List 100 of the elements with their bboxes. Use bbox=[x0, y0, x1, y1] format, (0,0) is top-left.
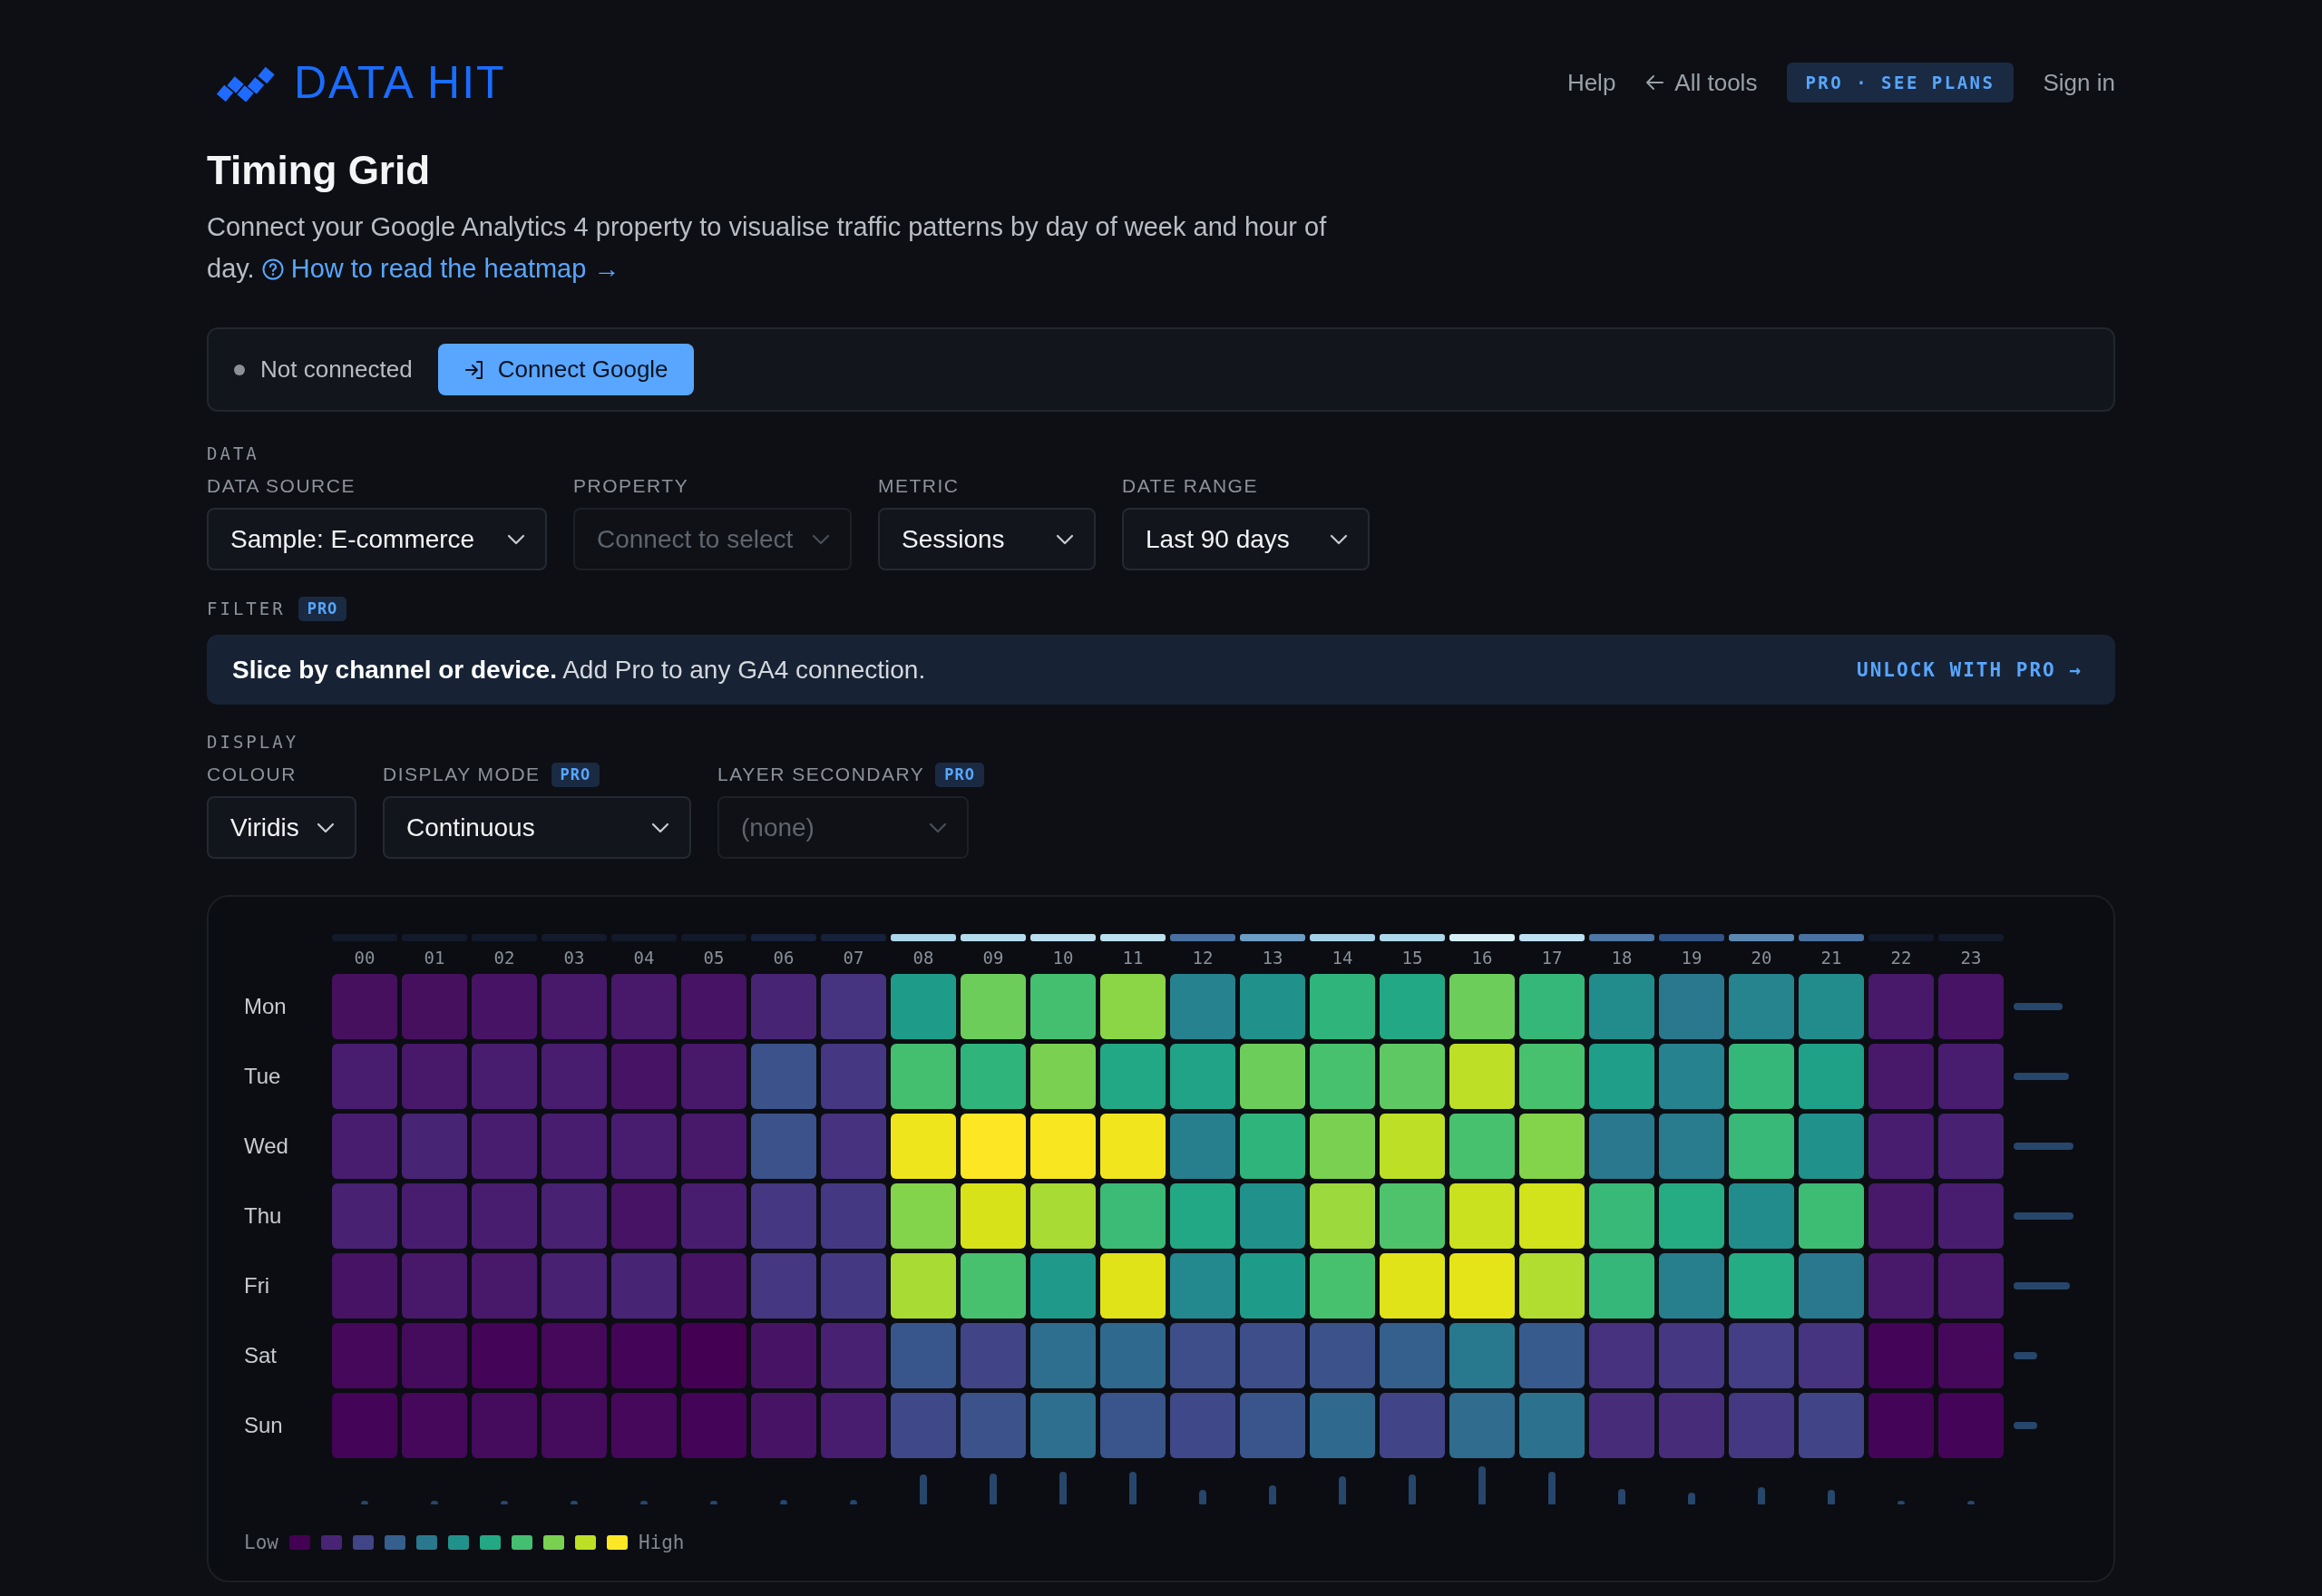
hour-label: 00 bbox=[353, 947, 376, 969]
hour-total-bar bbox=[1129, 1472, 1137, 1504]
field-label: DISPLAY MODE bbox=[383, 764, 541, 785]
hour-intensity-bar bbox=[472, 934, 537, 941]
hour-label: 05 bbox=[702, 947, 726, 969]
hour-intensity-bar bbox=[1659, 934, 1724, 941]
hour-intensity-bar bbox=[1729, 934, 1794, 941]
hour-intensity-bar bbox=[891, 934, 956, 941]
hour-total-bar bbox=[1758, 1487, 1765, 1504]
hour-intensity-bar bbox=[1449, 934, 1515, 941]
hour-intensity-bar bbox=[1170, 934, 1235, 941]
hour-label: 19 bbox=[1680, 947, 1703, 969]
day-label: Sat bbox=[244, 1343, 278, 1368]
hour-total-bar bbox=[1409, 1474, 1416, 1504]
swatch-icon bbox=[320, 1535, 342, 1550]
swatch-icon bbox=[479, 1535, 501, 1550]
field-label: DATE RANGE bbox=[1122, 475, 1258, 497]
logo-text: DATA HIT bbox=[294, 56, 506, 109]
chevron-down-icon bbox=[1330, 533, 1348, 545]
day-total-bar bbox=[2014, 1003, 2063, 1010]
hour-label: 17 bbox=[1540, 947, 1564, 969]
hour-total-bar bbox=[361, 1501, 368, 1504]
hour-intensity-bar bbox=[751, 934, 816, 941]
chevron-down-icon bbox=[317, 822, 335, 833]
nav-link[interactable]: Help bbox=[1566, 68, 1616, 97]
day-total-bar bbox=[2014, 1212, 2073, 1220]
hour-label: 08 bbox=[912, 947, 935, 969]
dropdown: (none) bbox=[717, 796, 969, 859]
hour-intensity-bar bbox=[1938, 934, 2004, 941]
field-label: COLOUR bbox=[207, 764, 297, 785]
hour-total-bar bbox=[1199, 1490, 1206, 1504]
hour-label: 09 bbox=[981, 947, 1005, 969]
hour-intensity-bar bbox=[1380, 934, 1445, 941]
hour-total-bar bbox=[920, 1474, 927, 1504]
hour-total-bar bbox=[710, 1501, 717, 1504]
swatch-icon bbox=[511, 1535, 532, 1550]
dropdown[interactable]: Last 90 days bbox=[1122, 508, 1370, 570]
swatch-icon bbox=[288, 1535, 310, 1550]
unlock-pro-link[interactable]: UNLOCK WITH PRO → bbox=[1857, 658, 2083, 681]
hour-total-bar bbox=[571, 1501, 578, 1504]
field-label: DATA SOURCE bbox=[207, 475, 356, 497]
chevron-down-icon bbox=[507, 533, 525, 545]
dropdown[interactable]: Sessions bbox=[878, 508, 1096, 570]
hour-intensity-bar bbox=[1868, 934, 1934, 941]
section-label: DISPLAY bbox=[207, 731, 300, 753]
day-total-bar bbox=[2014, 1282, 2070, 1289]
hour-label: 21 bbox=[1820, 947, 1843, 969]
day-label: Wed bbox=[244, 1134, 289, 1159]
hour-intensity-bar bbox=[402, 934, 467, 941]
chevron-down-icon bbox=[812, 533, 830, 545]
day-total-bar bbox=[2014, 1073, 2069, 1080]
hour-total-bar bbox=[1898, 1501, 1905, 1504]
dropdown[interactable]: Sample: E-commerce bbox=[207, 508, 547, 570]
nav-link[interactable]: Sign in bbox=[2043, 68, 2115, 97]
hour-label: 20 bbox=[1750, 947, 1773, 969]
chevron-down-icon bbox=[929, 822, 947, 833]
page-title: Timing Grid bbox=[207, 150, 432, 191]
connect-google-button[interactable]: Connect Google bbox=[437, 344, 694, 395]
hour-intensity-bar bbox=[1799, 934, 1864, 941]
hour-total-bar bbox=[1059, 1472, 1067, 1504]
swatch-icon bbox=[352, 1535, 374, 1550]
hour-intensity-bar bbox=[1100, 934, 1166, 941]
hour-total-bar bbox=[990, 1474, 997, 1504]
pro-badge: PRO bbox=[935, 762, 984, 787]
hour-total-bar bbox=[780, 1500, 787, 1504]
hour-total-bar bbox=[1618, 1489, 1625, 1504]
heatmap-guide-link[interactable]: How to read the heatmap → bbox=[261, 254, 620, 283]
hour-total-bar bbox=[1269, 1485, 1276, 1504]
hour-total-bar bbox=[850, 1500, 857, 1504]
hour-total-bar bbox=[1967, 1501, 1975, 1504]
hour-intensity-bar bbox=[1310, 934, 1375, 941]
hour-label: 10 bbox=[1051, 947, 1075, 969]
day-label: Tue bbox=[244, 1064, 282, 1089]
hour-intensity-bar bbox=[1240, 934, 1305, 941]
sign-in-icon bbox=[463, 358, 485, 381]
hour-label: 06 bbox=[772, 947, 795, 969]
hour-total-bar bbox=[501, 1501, 508, 1504]
hour-label: 22 bbox=[1889, 947, 1913, 969]
dropdown[interactable]: Viridis bbox=[207, 796, 356, 859]
hour-intensity-bar bbox=[961, 934, 1026, 941]
hour-total-bar bbox=[640, 1501, 648, 1504]
dropdown[interactable]: Continuous bbox=[383, 796, 691, 859]
day-total-bar bbox=[2014, 1352, 2037, 1359]
swatch-icon bbox=[606, 1535, 628, 1550]
see-plans-button[interactable]: PRO · SEE PLANS bbox=[1787, 63, 2014, 102]
hour-label: 02 bbox=[493, 947, 516, 969]
hour-intensity-bar bbox=[611, 934, 677, 941]
hour-total-bar bbox=[431, 1501, 438, 1504]
legend-label: High bbox=[638, 1532, 685, 1553]
swatch-icon bbox=[384, 1535, 405, 1550]
question-circle-icon bbox=[261, 258, 284, 280]
dropdown: Connect to select bbox=[573, 508, 852, 570]
banner-text: Slice by channel or device. Add Pro to any GA4 connection. bbox=[232, 655, 926, 685]
hour-total-bar bbox=[1828, 1490, 1835, 1504]
hour-label: 11 bbox=[1121, 947, 1145, 969]
hour-label: 01 bbox=[423, 947, 446, 969]
hour-label: 16 bbox=[1470, 947, 1494, 969]
field-label: METRIC bbox=[878, 475, 960, 497]
field-label: LAYER SECONDARY bbox=[717, 764, 925, 785]
back-link[interactable]: All tools bbox=[1645, 68, 1758, 97]
